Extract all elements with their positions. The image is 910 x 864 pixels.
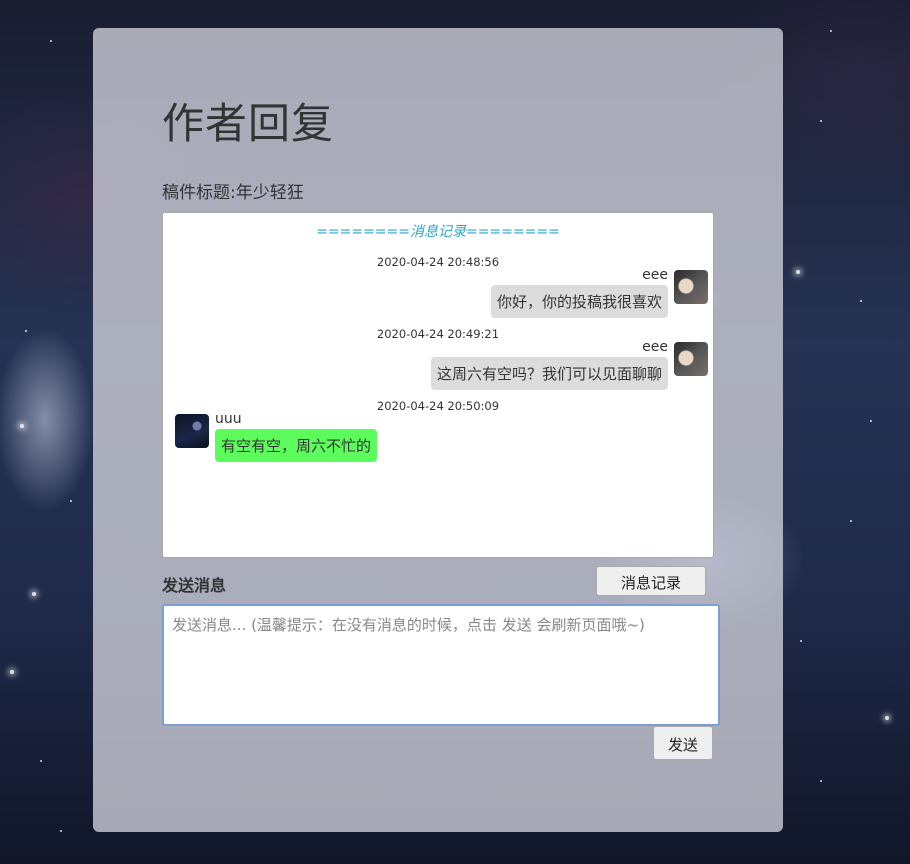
message-time: 2020-04-24 20:50:09 — [376, 399, 500, 413]
reply-panel: 作者回复 稿件标题:年少轻狂 ========消息记录======== 2020… — [93, 28, 783, 832]
message-row: eee 你好，你的投稿我很喜欢 — [163, 267, 713, 323]
message-bubble: 有空有空，周六不忙的 — [215, 429, 378, 462]
message-item: 2020-04-24 20:49:21 eee 这周六有空吗？我们可以见面聊聊 — [163, 327, 713, 395]
sender-name: uuu — [215, 411, 242, 427]
message-time: 2020-04-24 20:48:56 — [376, 255, 500, 269]
message-time: 2020-04-24 20:49:21 — [376, 327, 500, 341]
history-header: ========消息记录======== — [316, 224, 560, 240]
message-history[interactable]: ========消息记录======== 2020-04-24 20:48:56… — [162, 212, 714, 558]
sender-name: eee — [642, 339, 668, 355]
message-bubble: 这周六有空吗？我们可以见面聊聊 — [430, 357, 668, 390]
send-message-label: 发送消息 — [162, 576, 227, 595]
page-title: 作者回复 — [162, 99, 335, 148]
send-button[interactable]: 发送 — [653, 726, 713, 760]
sender-name: eee — [642, 267, 668, 283]
avatar[interactable] — [674, 270, 708, 304]
message-item: 2020-04-24 20:50:09 uuu 有空有空，周六不忙的 — [163, 399, 713, 467]
message-row: uuu 有空有空，周六不忙的 — [163, 411, 713, 467]
avatar[interactable] — [674, 342, 708, 376]
message-row: eee 这周六有空吗？我们可以见面聊聊 — [163, 339, 713, 395]
message-item: 2020-04-24 20:48:56 eee 你好，你的投稿我很喜欢 — [163, 255, 713, 323]
message-bubble: 你好，你的投稿我很喜欢 — [490, 285, 668, 318]
message-history-button[interactable]: 消息记录 — [596, 566, 706, 596]
message-input[interactable] — [162, 604, 720, 726]
avatar[interactable] — [175, 414, 209, 448]
manuscript-title: 稿件标题:年少轻狂 — [162, 183, 304, 203]
